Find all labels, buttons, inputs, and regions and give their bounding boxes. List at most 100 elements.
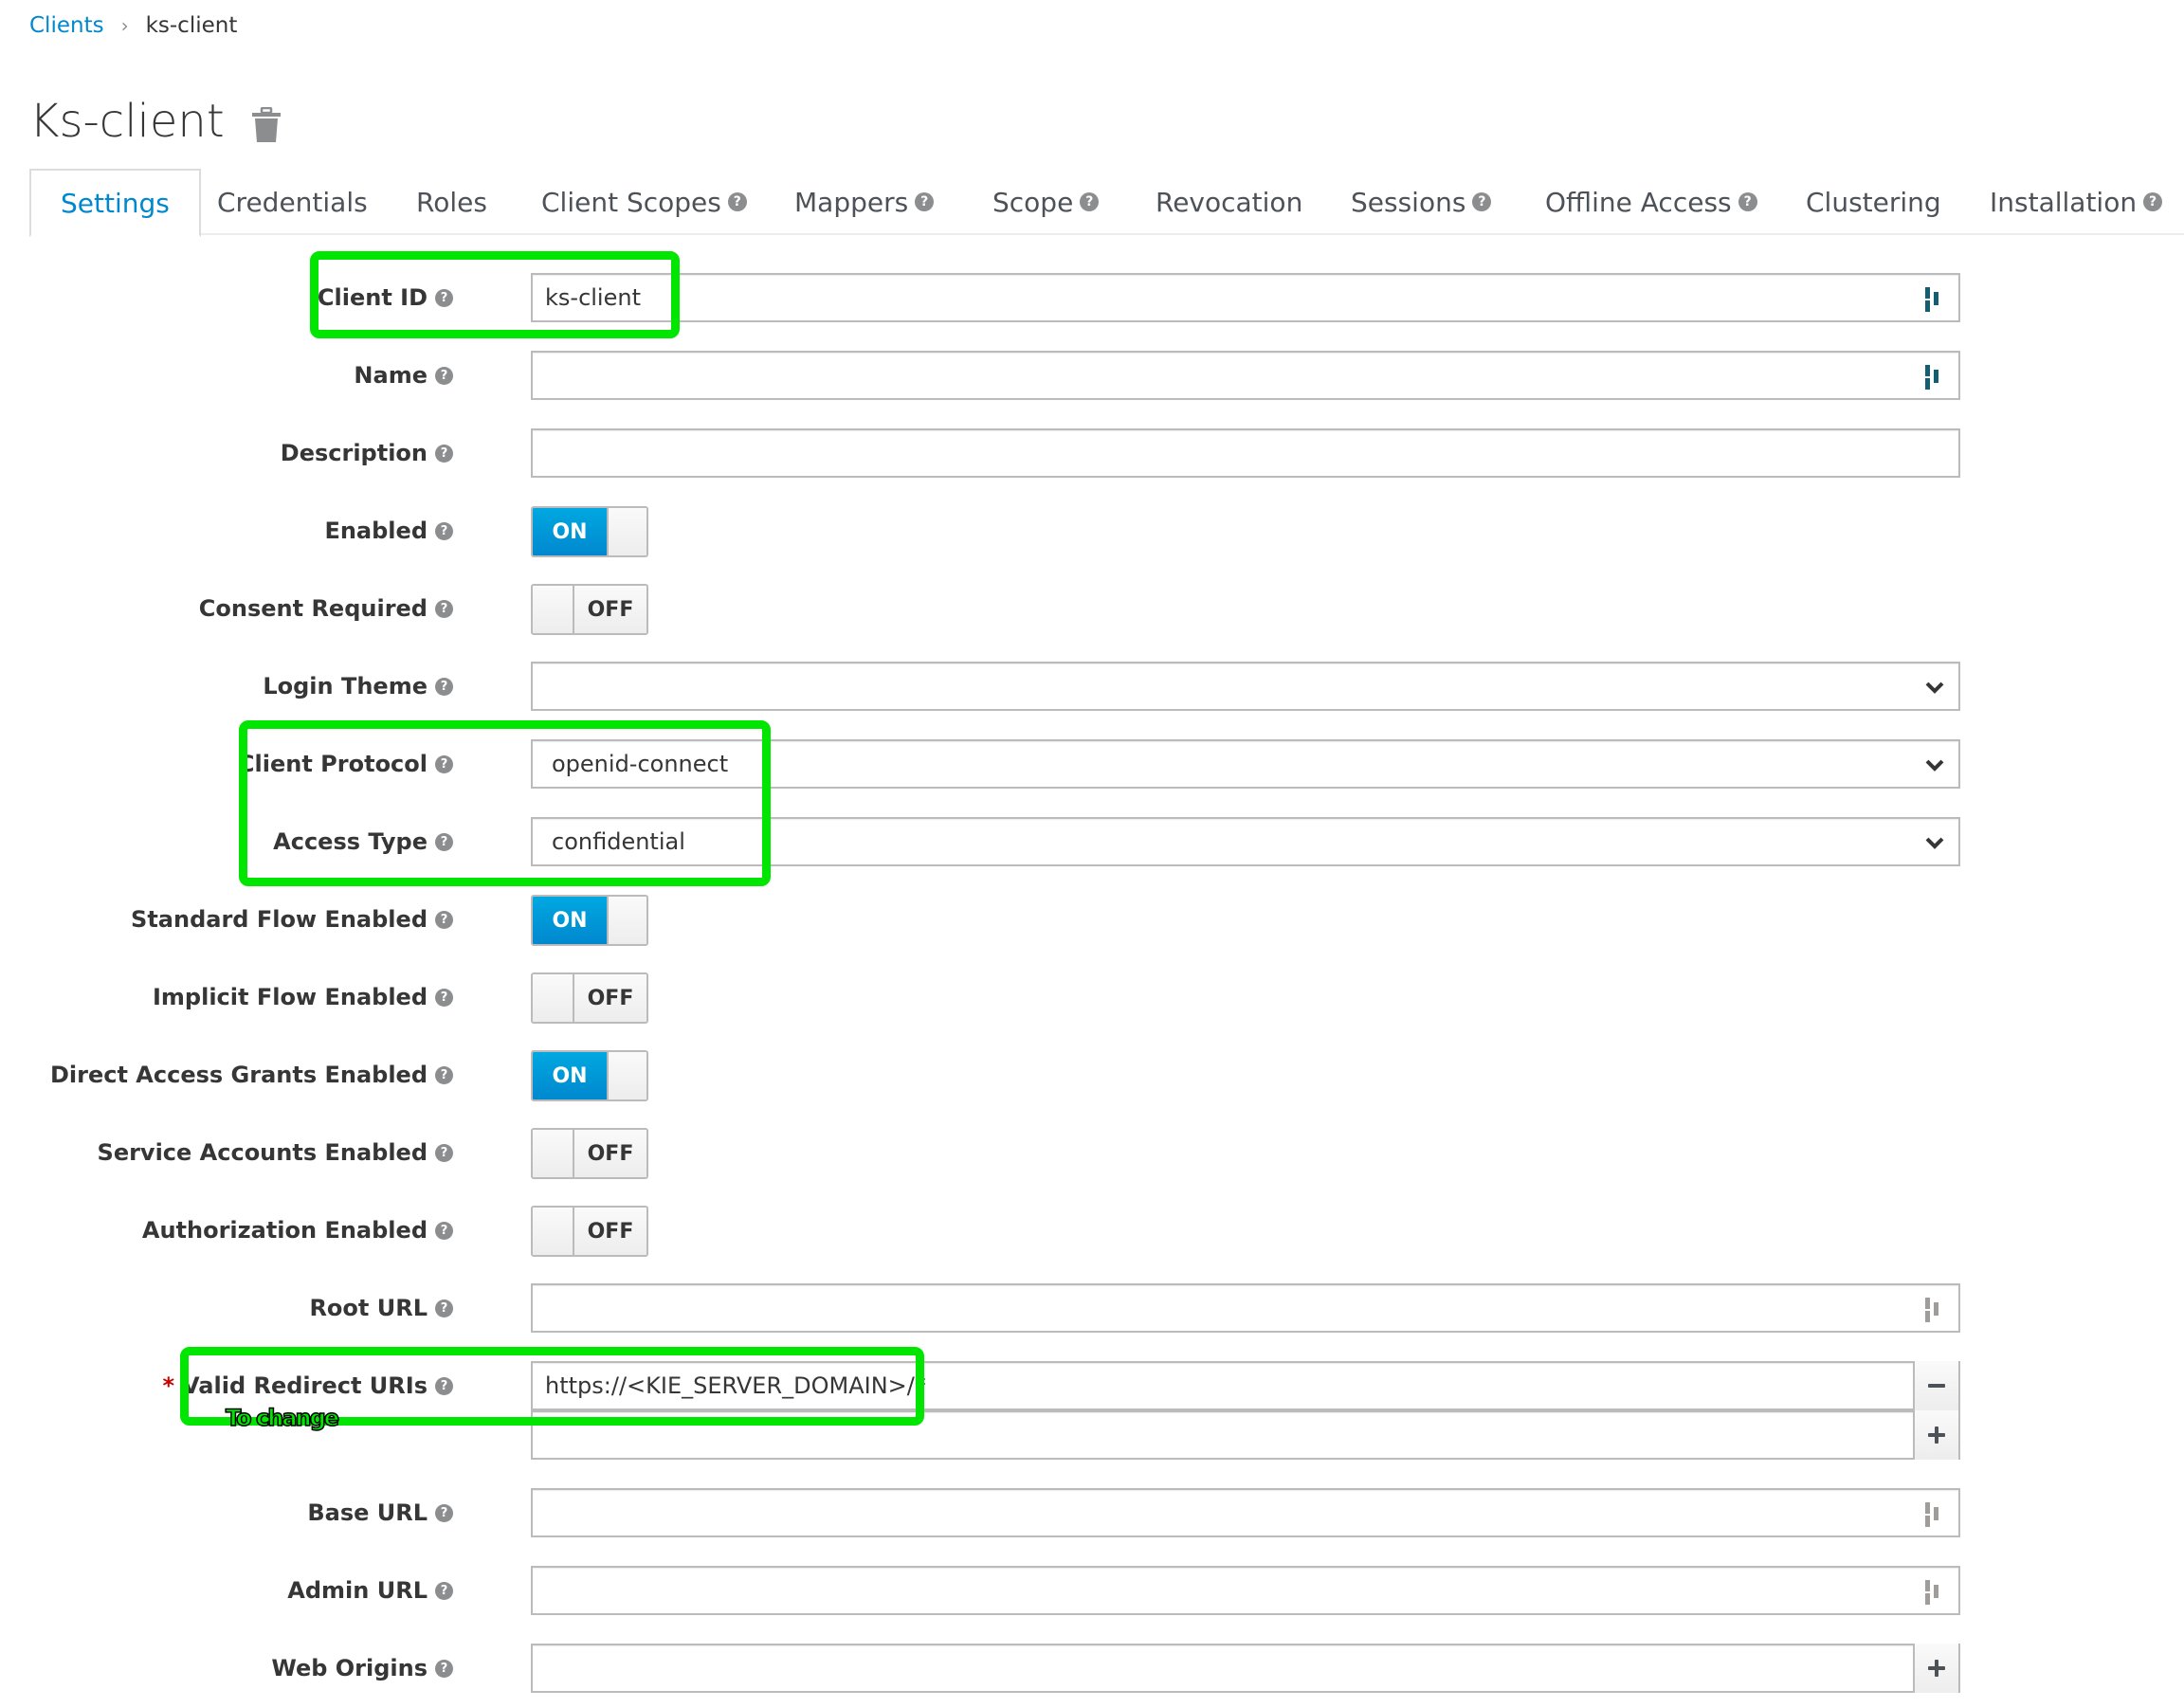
password-manager-icon[interactable] <box>1924 286 1945 313</box>
help-icon[interactable]: ? <box>1080 192 1100 211</box>
help-icon[interactable]: ? <box>435 521 453 540</box>
enabled-label: Enabled? <box>324 506 453 555</box>
tab-label: Installation <box>1990 186 2138 218</box>
tab-roles[interactable]: Roles <box>416 169 487 235</box>
client-protocol-label: Client Protocol? <box>238 739 453 789</box>
client-protocol-select[interactable]: openid-connect <box>531 739 1960 789</box>
help-icon[interactable]: ? <box>435 1065 453 1084</box>
trash-icon[interactable] <box>251 107 282 143</box>
help-icon[interactable]: ? <box>727 192 747 211</box>
enabled-toggle[interactable]: ON <box>531 506 648 557</box>
tab-installation[interactable]: Installation? <box>1990 169 2163 235</box>
standard-flow-label: Standard Flow Enabled? <box>131 895 453 944</box>
breadcrumb-separator-icon: › <box>120 14 129 37</box>
web-origins-input[interactable] <box>531 1644 1960 1693</box>
help-icon[interactable]: ? <box>1738 192 1757 211</box>
tab-bar: Settings Credentials Roles Client Scopes… <box>29 169 2184 237</box>
toggle-knob <box>533 1208 574 1255</box>
implicit-flow-toggle[interactable]: OFF <box>531 972 648 1024</box>
help-icon[interactable]: ? <box>1472 192 1492 211</box>
row-client-id: Client ID? ks-client <box>0 273 2184 322</box>
admin-url-input[interactable] <box>531 1566 1960 1615</box>
help-icon[interactable]: ? <box>435 444 453 463</box>
password-manager-icon[interactable] <box>1924 364 1945 391</box>
toggle-knob <box>533 1130 574 1177</box>
remove-redirect-uri-button[interactable] <box>1913 1361 1958 1410</box>
tab-label: Settings <box>61 187 170 219</box>
password-manager-icon[interactable] <box>1924 1579 1945 1606</box>
help-icon[interactable]: ? <box>435 1299 453 1317</box>
add-redirect-uri-button[interactable] <box>1913 1410 1958 1460</box>
tab-mappers[interactable]: Mappers? <box>794 169 935 235</box>
consent-required-toggle[interactable]: OFF <box>531 584 648 635</box>
help-icon[interactable]: ? <box>435 1581 453 1600</box>
redirect-uri-input[interactable]: https://<KIE_SERVER_DOMAIN>/* <box>531 1361 1960 1410</box>
page-title: Ks-client <box>29 95 225 148</box>
authorization-toggle[interactable]: OFF <box>531 1206 648 1257</box>
password-manager-icon[interactable] <box>1924 1501 1945 1528</box>
help-icon[interactable]: ? <box>915 192 935 211</box>
row-root-url: Root URL? <box>0 1283 2184 1333</box>
tab-credentials[interactable]: Credentials <box>217 169 368 235</box>
help-icon[interactable]: ? <box>435 1221 453 1240</box>
web-origins-label: Web Origins? <box>271 1644 453 1693</box>
tab-client-scopes[interactable]: Client Scopes? <box>541 169 747 235</box>
help-icon[interactable]: ? <box>435 599 453 618</box>
add-web-origin-button[interactable] <box>1913 1644 1958 1693</box>
tab-scope[interactable]: Scope? <box>992 169 1100 235</box>
toggle-state: OFF <box>574 1130 646 1177</box>
root-url-input[interactable] <box>531 1283 1960 1333</box>
tab-settings[interactable]: Settings <box>29 169 201 237</box>
row-admin-url: Admin URL? <box>0 1566 2184 1615</box>
row-description: Description? <box>0 428 2184 478</box>
tab-clustering[interactable]: Clustering <box>1806 169 1941 235</box>
password-manager-icon[interactable] <box>1924 1297 1945 1323</box>
tab-revocation[interactable]: Revocation <box>1156 169 1302 235</box>
help-icon[interactable]: ? <box>435 1376 453 1395</box>
login-theme-select[interactable] <box>531 662 1960 711</box>
direct-access-grants-toggle[interactable]: ON <box>531 1050 648 1101</box>
help-icon[interactable]: ? <box>435 910 453 929</box>
tab-label: Offline Access <box>1545 186 1732 218</box>
tab-sessions[interactable]: Sessions? <box>1351 169 1492 235</box>
toggle-knob <box>533 586 574 633</box>
required-marker: * <box>162 1372 175 1399</box>
row-service-accounts: Service Accounts Enabled? OFF <box>0 1128 2184 1179</box>
base-url-input[interactable] <box>531 1488 1960 1537</box>
toggle-state: OFF <box>574 1208 646 1255</box>
plus-icon <box>1928 1426 1945 1444</box>
tab-offline-access[interactable]: Offline Access? <box>1545 169 1757 235</box>
help-icon[interactable]: ? <box>435 288 453 307</box>
tab-label: Clustering <box>1806 186 1941 218</box>
access-type-label: Access Type? <box>273 817 453 866</box>
help-icon[interactable]: ? <box>435 832 453 851</box>
help-icon[interactable]: ? <box>2143 192 2163 211</box>
client-id-label: Client ID? <box>318 273 453 322</box>
help-icon[interactable]: ? <box>435 1659 453 1678</box>
help-icon[interactable]: ? <box>435 366 453 385</box>
breadcrumb: Clients › ks-client <box>29 13 237 38</box>
help-icon[interactable]: ? <box>435 677 453 696</box>
toggle-knob <box>607 897 646 944</box>
valid-redirect-uris-label: * Valid Redirect URIs? <box>162 1361 453 1410</box>
description-input[interactable] <box>531 428 1960 478</box>
consent-required-label: Consent Required? <box>199 584 453 633</box>
toggle-knob <box>607 508 646 555</box>
help-icon[interactable]: ? <box>435 1503 453 1522</box>
name-input[interactable] <box>531 351 1960 400</box>
login-theme-label: Login Theme? <box>263 662 453 711</box>
row-standard-flow: Standard Flow Enabled? ON <box>0 895 2184 946</box>
help-icon[interactable]: ? <box>435 754 453 773</box>
toggle-state: ON <box>533 508 607 555</box>
row-login-theme: Login Theme? <box>0 662 2184 711</box>
client-id-input[interactable]: ks-client <box>531 273 1960 322</box>
row-access-type: Access Type? confidential <box>0 817 2184 866</box>
standard-flow-toggle[interactable]: ON <box>531 895 648 946</box>
breadcrumb-clients-link[interactable]: Clients <box>29 13 104 38</box>
help-icon[interactable]: ? <box>435 1143 453 1162</box>
help-icon[interactable]: ? <box>435 988 453 1007</box>
root-url-label: Root URL? <box>309 1283 453 1333</box>
service-accounts-toggle[interactable]: OFF <box>531 1128 648 1179</box>
new-redirect-uri-input[interactable] <box>531 1410 1960 1460</box>
access-type-select[interactable]: confidential <box>531 817 1960 866</box>
